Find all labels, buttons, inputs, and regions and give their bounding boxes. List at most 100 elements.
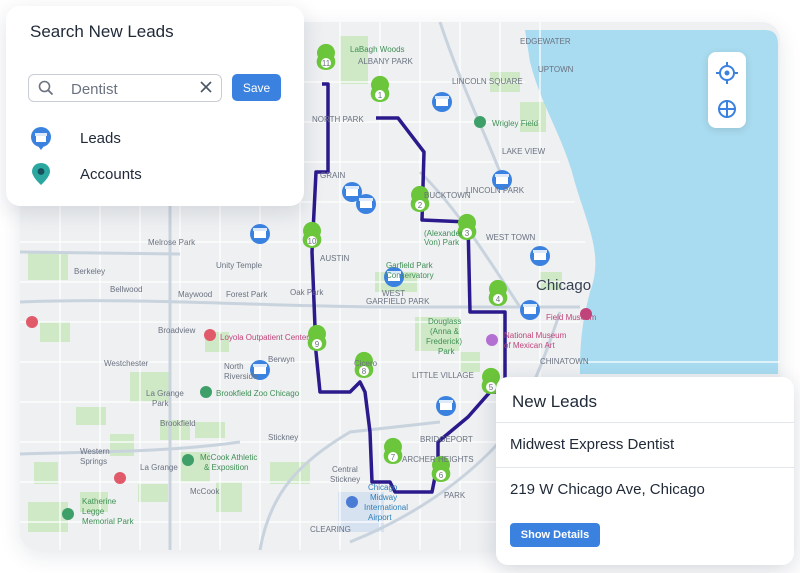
svg-text:La Grange: La Grange: [146, 389, 184, 398]
park-icon: [62, 508, 74, 520]
layer-item-leads[interactable]: Leads: [30, 126, 121, 150]
svg-text:LINCOLN PARK: LINCOLN PARK: [466, 186, 525, 195]
zoo-icon: [200, 386, 212, 398]
search-panel-title: Search New Leads: [30, 22, 174, 41]
map-controls: [708, 52, 746, 128]
svg-text:ARCHER HEIGHTS: ARCHER HEIGHTS: [402, 455, 474, 464]
svg-text:Stickney: Stickney: [268, 433, 298, 442]
svg-text:Midway: Midway: [370, 493, 397, 502]
svg-text:& Exposition: & Exposition: [204, 463, 248, 472]
svg-text:Riverside: Riverside: [224, 372, 258, 381]
svg-text:Field Museum: Field Museum: [546, 313, 597, 322]
svg-text:WEST TOWN: WEST TOWN: [486, 233, 536, 242]
route-stop-10[interactable]: 10: [302, 221, 322, 248]
svg-text:Conservatory: Conservatory: [386, 271, 434, 280]
svg-text:Melrose Park: Melrose Park: [148, 238, 196, 247]
route-stop-10-label: 10: [308, 237, 317, 246]
route-stop-6-label: 6: [439, 471, 444, 480]
svg-text:Chicago: Chicago: [368, 483, 398, 492]
svg-text:Western: Western: [80, 447, 110, 456]
new-leads-card: New Leads Midwest Express Dentist 219 W …: [496, 377, 794, 565]
lead-address: 219 W Chicago Ave, Chicago: [510, 481, 705, 498]
route-stop-1-label: 1: [378, 91, 383, 100]
svg-text:Von) Park: Von) Park: [424, 238, 460, 247]
stadium-icon: [474, 116, 486, 128]
svg-text:Maywood: Maywood: [178, 290, 212, 299]
route-stop-11[interactable]: 11: [316, 43, 336, 70]
route-stop-2-label: 2: [418, 201, 423, 210]
svg-text:Douglass: Douglass: [428, 317, 461, 326]
lead-name: Midwest Express Dentist: [510, 436, 675, 453]
lead-marker-7[interactable]: [530, 246, 550, 266]
airport-icon: [346, 496, 358, 508]
svg-text:Legge: Legge: [82, 507, 105, 516]
route-stop-7[interactable]: 7: [383, 437, 403, 464]
svg-text:Springs: Springs: [80, 457, 107, 466]
svg-text:Forest Park: Forest Park: [226, 290, 268, 299]
svg-text:Frederick): Frederick): [426, 337, 462, 346]
recenter-icon[interactable]: [716, 98, 738, 120]
route-stop-5-label: 5: [489, 383, 494, 392]
route-stop-1[interactable]: 1: [370, 75, 390, 102]
svg-text:ALBANY PARK: ALBANY PARK: [358, 57, 414, 66]
stadium-icon: [182, 454, 194, 466]
svg-text:Unity Temple: Unity Temple: [216, 261, 263, 270]
svg-text:Oak Park: Oak Park: [290, 288, 324, 297]
lead-marker-10[interactable]: [436, 396, 456, 416]
svg-text:McCook: McCook: [190, 487, 220, 496]
route-stop-7-label: 7: [391, 453, 396, 462]
lead-name-row[interactable]: Midwest Express Dentist: [496, 422, 794, 468]
svg-text:Katherine: Katherine: [82, 497, 117, 506]
route-stop-4[interactable]: 4: [488, 279, 508, 306]
hospital-icon: [204, 329, 216, 341]
svg-text:LAKE VIEW: LAKE VIEW: [502, 147, 546, 156]
show-details-button[interactable]: Show Details: [510, 523, 600, 547]
search-box[interactable]: [28, 74, 222, 102]
svg-text:McCook Athletic: McCook Athletic: [200, 453, 257, 462]
svg-text:Stickney: Stickney: [330, 475, 360, 484]
lead-marker-8[interactable]: [520, 300, 540, 320]
search-input[interactable]: [69, 78, 191, 100]
svg-text:AUSTIN: AUSTIN: [320, 254, 350, 263]
svg-text:(Anna &: (Anna &: [430, 327, 460, 336]
svg-text:NORTH PARK: NORTH PARK: [312, 115, 364, 124]
leads-card-title: New Leads: [512, 392, 598, 411]
svg-text:Westchester: Westchester: [104, 359, 149, 368]
save-button[interactable]: Save: [232, 74, 281, 101]
svg-text:Broadview: Broadview: [158, 326, 196, 335]
svg-text:Central: Central: [332, 465, 358, 474]
museum-icon: [486, 334, 498, 346]
locate-icon[interactable]: [716, 62, 738, 84]
svg-text:Berkeley: Berkeley: [74, 267, 105, 276]
svg-text:LITTLE VILLAGE: LITTLE VILLAGE: [412, 371, 474, 380]
hospital-icon: [26, 316, 38, 328]
svg-text:Chicago: Chicago: [536, 277, 591, 294]
layer-label-leads: Leads: [80, 129, 121, 147]
hospital-icon: [114, 472, 126, 484]
route-stop-8-label: 8: [362, 367, 367, 376]
svg-text:Garfield Park: Garfield Park: [386, 261, 434, 270]
svg-text:BUCKTOWN: BUCKTOWN: [424, 191, 471, 200]
lead-address-row[interactable]: 219 W Chicago Ave, Chicago: [496, 467, 794, 513]
lead-marker-5[interactable]: [250, 224, 270, 244]
svg-text:CHINATOWN: CHINATOWN: [540, 357, 589, 366]
svg-text:Loyola Outpatient Center: Loyola Outpatient Center: [220, 333, 309, 342]
svg-text:PARK: PARK: [444, 491, 466, 500]
route-stop-9[interactable]: 9: [307, 324, 327, 351]
svg-text:GARFIELD PARK: GARFIELD PARK: [366, 297, 430, 306]
clear-icon[interactable]: [199, 80, 213, 94]
svg-text:BRIDGEPORT: BRIDGEPORT: [420, 435, 473, 444]
search-panel: Search New Leads Save Leads Accounts: [6, 6, 304, 206]
svg-text:LaBagh Woods: LaBagh Woods: [350, 45, 405, 54]
layer-item-accounts[interactable]: Accounts: [30, 162, 142, 186]
svg-text:GRAIN: GRAIN: [320, 171, 346, 180]
route-stop-11-label: 11: [322, 59, 331, 68]
svg-text:Cicero: Cicero: [354, 359, 378, 368]
lead-marker-4[interactable]: [356, 194, 376, 214]
svg-text:Brookfield: Brookfield: [160, 419, 196, 428]
lead-marker-1[interactable]: [432, 92, 452, 112]
svg-text:National Museum: National Museum: [504, 331, 567, 340]
route-stop-9-label: 9: [315, 340, 320, 349]
svg-text:Memorial Park: Memorial Park: [82, 517, 135, 526]
svg-text:EDGEWATER: EDGEWATER: [520, 37, 571, 46]
